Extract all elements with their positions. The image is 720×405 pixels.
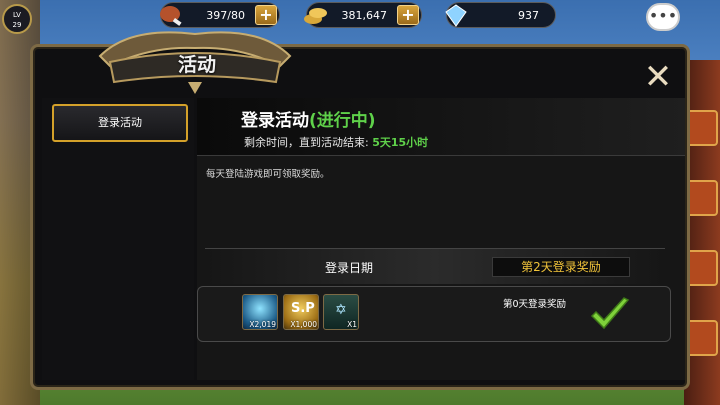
tab-login-event[interactable]: 登录活动	[52, 104, 188, 142]
item-quantity: X1	[347, 320, 357, 329]
stamina-counter: 397/80 +	[160, 2, 280, 28]
remaining-label: 剩余时间，直到活动结束:	[244, 136, 369, 149]
sp-icon[interactable]: S.P X1,000	[283, 294, 319, 330]
item-quantity: X1,000	[290, 320, 317, 329]
reward-day-header: 第2天登录奖励	[492, 257, 630, 277]
item-quantity: X2,019	[249, 320, 276, 329]
chat-bubble-icon: •••	[648, 6, 678, 25]
side-menu-button[interactable]	[686, 250, 718, 286]
event-status: (进行中)	[309, 111, 376, 131]
event-title-text: 登录活动	[241, 111, 309, 131]
gem-counter: 937	[445, 2, 556, 28]
sp-label: S.P	[291, 301, 315, 316]
add-stamina-button[interactable]: +	[255, 5, 277, 25]
skill-book-icon[interactable]: ✡ X1	[323, 294, 359, 330]
panel-title: 活动	[177, 54, 216, 76]
reward-table-header: 登录日期 第2天登录奖励	[205, 248, 665, 284]
side-menu-button[interactable]	[686, 180, 718, 216]
chat-button[interactable]: •••	[646, 3, 680, 31]
diamond-icon	[445, 4, 467, 27]
side-menu-button[interactable]	[686, 320, 718, 356]
add-gold-button[interactable]: +	[397, 5, 419, 25]
remaining-time: 剩余时间，直到活动结束: 5天15小时	[244, 134, 428, 150]
stamina-value: 397/80	[206, 8, 245, 22]
event-description: 每天登陆游戏即可领取奖励。	[206, 169, 330, 180]
side-menu-button[interactable]	[686, 110, 718, 146]
gold-value: 381,647	[341, 8, 388, 22]
star-rune-icon: ✡	[335, 302, 347, 318]
gem-value: 937	[518, 8, 539, 22]
remaining-time-value: 5天15小时	[372, 136, 429, 149]
reward-day-label: 第0天登录奖励	[503, 299, 567, 310]
gold-coins-icon	[304, 8, 327, 24]
close-button[interactable]: ✕	[642, 60, 674, 94]
date-header: 登录日期	[325, 261, 374, 275]
claimed-check-icon	[590, 297, 630, 330]
crystal-icon[interactable]: X2,019	[242, 294, 278, 330]
gold-counter: 381,647 +	[304, 2, 422, 28]
event-title: 登录活动(进行中)	[241, 106, 376, 131]
player-level-badge[interactable]: LV 29	[2, 4, 32, 34]
level-text: LV 29	[12, 11, 22, 29]
